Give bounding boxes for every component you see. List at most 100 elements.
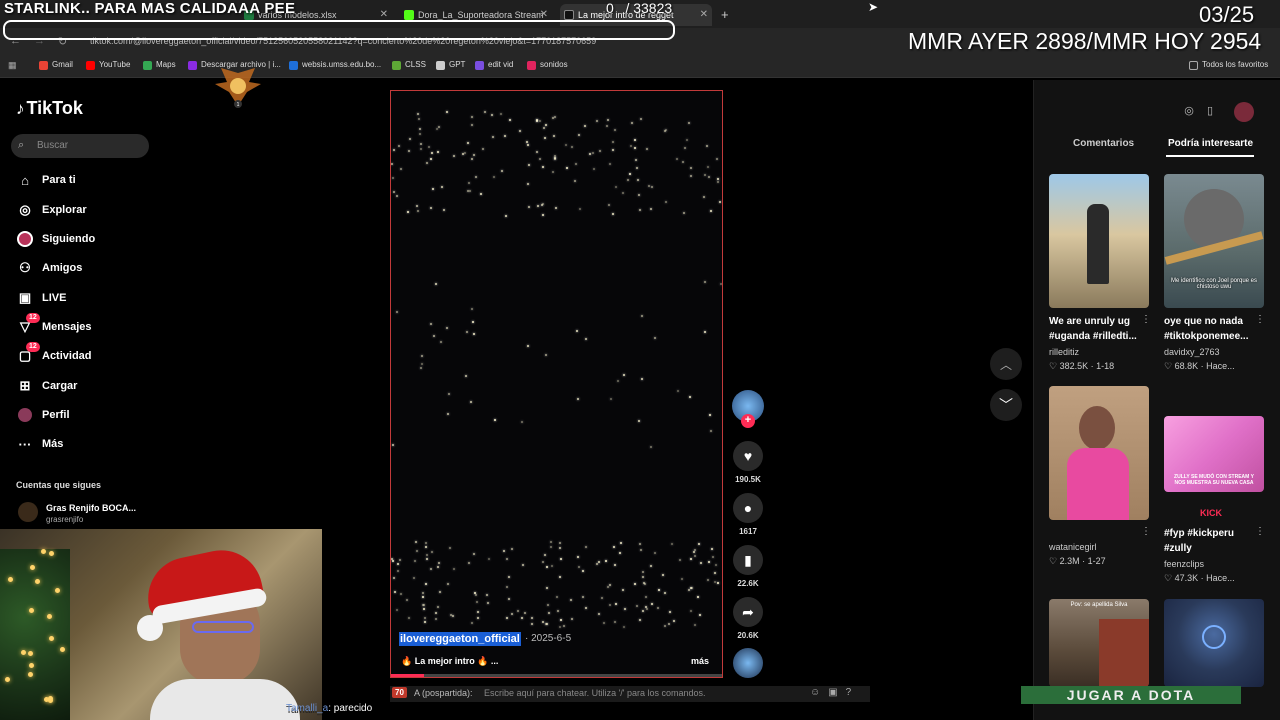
crowd-light (443, 209, 445, 211)
crowd-light (542, 203, 544, 205)
crowd-light (431, 152, 433, 154)
new-tab-button[interactable]: + (716, 4, 736, 26)
comment-button[interactable]: ● 1617 (733, 493, 763, 536)
crowd-light (607, 119, 609, 121)
crowd-light (620, 542, 622, 544)
thumb-caption: Me identifico con Joel porque es chistos… (1170, 278, 1258, 290)
recommended-video-thumb[interactable]: Me identifico con Joel porque es chistos… (1164, 174, 1264, 308)
card-title[interactable]: We are unruly ug #uganda #rilledti... (1049, 314, 1139, 344)
sidebar-item-para-ti[interactable]: ⌂ Para ti (16, 170, 76, 190)
play-dota-button[interactable]: JUGAR A DOTA (1021, 686, 1241, 704)
card-user[interactable]: feenzclips (1164, 559, 1204, 569)
save-button[interactable]: ▮ 22.6K (733, 545, 763, 588)
bookmark-websis[interactable]: websis.umss.edu.bo... (289, 60, 381, 70)
crowd-light (430, 207, 432, 209)
sidebar-item-cargar[interactable]: ⊞ Cargar (16, 376, 78, 396)
card-user[interactable]: rilleditiz (1049, 347, 1079, 357)
crowd-light (426, 554, 428, 556)
video-more-link[interactable]: más (691, 656, 709, 666)
more-vertical-icon[interactable]: ⋮ (1255, 526, 1265, 537)
bookmark-gpt[interactable]: GPT (436, 60, 465, 70)
search-input[interactable]: ⌕ Buscar (11, 134, 149, 158)
crowd-light (396, 195, 398, 197)
bookmark-clss[interactable]: CLSS (392, 60, 426, 70)
crowd-light (446, 327, 448, 329)
video-player[interactable] (390, 90, 723, 678)
crowd-light (467, 142, 469, 144)
bookmark-all-favorites[interactable]: Todos los favoritos (1189, 60, 1268, 70)
crowd-light (603, 622, 605, 624)
crowd-light (539, 120, 541, 122)
game-chat-input[interactable]: 70 A (pospartida): Escribe aquí para cha… (390, 686, 870, 702)
user-avatar-icon[interactable] (1234, 102, 1254, 122)
crowd-light (578, 566, 580, 568)
notification-badge: 12 (26, 313, 40, 323)
tab-interesting[interactable]: Podría interesarte (1168, 138, 1253, 149)
more-vertical-icon[interactable]: ⋮ (1141, 526, 1151, 537)
crowd-light (622, 589, 624, 591)
crowd-light (697, 596, 699, 598)
recommended-video-thumb[interactable] (1164, 599, 1264, 687)
sidebar-item-amigos[interactable]: ⚇ Amigos (16, 258, 82, 278)
sidebar-item-explorar[interactable]: ◎ Explorar (16, 200, 86, 220)
bookmark-youtube[interactable]: YouTube (86, 60, 130, 70)
sidebar-item-siguiendo[interactable]: Siguiendo (16, 229, 95, 249)
friends-icon: ⚇ (19, 260, 31, 275)
sidebar-item-mas[interactable]: ··· Más (16, 434, 64, 454)
like-button[interactable]: ♥ 190.5K (733, 441, 763, 484)
card-title[interactable]: #fyp #kickperu #zully (1164, 526, 1254, 556)
crowd-light (615, 603, 617, 605)
tiktok-icon (564, 10, 574, 20)
crowd-light (585, 607, 587, 609)
bookmark-sonidos[interactable]: sonidos (527, 60, 568, 70)
compass-icon[interactable]: ◎ (1181, 104, 1197, 120)
apps-grid-icon[interactable]: ▦ (8, 60, 17, 71)
crowd-light (527, 144, 529, 146)
recommended-video-thumb[interactable] (1049, 386, 1149, 520)
phone-icon[interactable]: ▯ (1202, 104, 1218, 120)
sidebar-item-perfil[interactable]: Perfil (16, 405, 70, 425)
sidebar-item-actividad[interactable]: ▢ 12 Actividad (16, 342, 92, 366)
tab-comments[interactable]: Comentarios (1073, 138, 1134, 149)
card-user[interactable]: watanicegirl (1049, 542, 1097, 552)
crowd-light (546, 566, 548, 568)
sidebar-item-mensajes[interactable]: ▽ 12 Mensajes (16, 313, 92, 337)
sonidos-icon (527, 61, 536, 70)
maps-icon (143, 61, 152, 70)
crowd-light (506, 558, 508, 560)
follow-plus-icon[interactable]: + (741, 414, 755, 428)
crowd-light (466, 331, 468, 333)
recommended-video-thumb[interactable] (1049, 174, 1149, 308)
more-vertical-icon[interactable]: ⋮ (1141, 314, 1151, 325)
clss-icon (392, 61, 401, 70)
sidebar-item-live[interactable]: ▣ LIVE (16, 288, 67, 308)
crowd-light (473, 333, 475, 335)
crowd-light (679, 559, 681, 561)
music-disc-icon[interactable] (733, 648, 763, 678)
card-user[interactable]: davidxy_2763 (1164, 347, 1220, 357)
card-title[interactable]: oye que no nada #tiktokponemee... (1164, 314, 1254, 344)
chevron-down-icon[interactable]: ﹀ (990, 389, 1022, 421)
bookmark-gmail[interactable]: Gmail (39, 60, 73, 70)
recommended-video-thumb[interactable]: ZULLY SE MUDÓ CON STREAM Y NOS MUESTRA S… (1164, 416, 1264, 492)
christmas-tree (0, 549, 70, 720)
crowd-light (536, 119, 538, 121)
crowd-light (552, 171, 554, 173)
crowd-light (708, 176, 710, 178)
tree-light (28, 651, 33, 656)
chat-tool-icons[interactable]: ☺▣? (810, 687, 859, 698)
bookmark-maps[interactable]: Maps (143, 60, 176, 70)
share-button[interactable]: ➦ 20.6K (733, 597, 763, 640)
crowd-light (570, 599, 572, 601)
tiktok-logo[interactable]: ♪ TikTok (16, 98, 83, 119)
chevron-up-icon[interactable]: ︿ (990, 348, 1022, 380)
more-vertical-icon[interactable]: ⋮ (1255, 314, 1265, 325)
video-username[interactable]: ilovereggaeton_official (399, 632, 521, 646)
close-icon[interactable]: ✕ (700, 4, 708, 26)
recommended-video-thumb[interactable]: Pov: se apellida Silva (1049, 599, 1149, 687)
video-progress-bar[interactable] (391, 674, 722, 677)
bookmark-edit-vid[interactable]: edit vid (475, 60, 513, 70)
crowd-light (719, 201, 721, 203)
chat-message-user: Tamalli_a (286, 703, 329, 714)
crowd-light (566, 167, 568, 169)
